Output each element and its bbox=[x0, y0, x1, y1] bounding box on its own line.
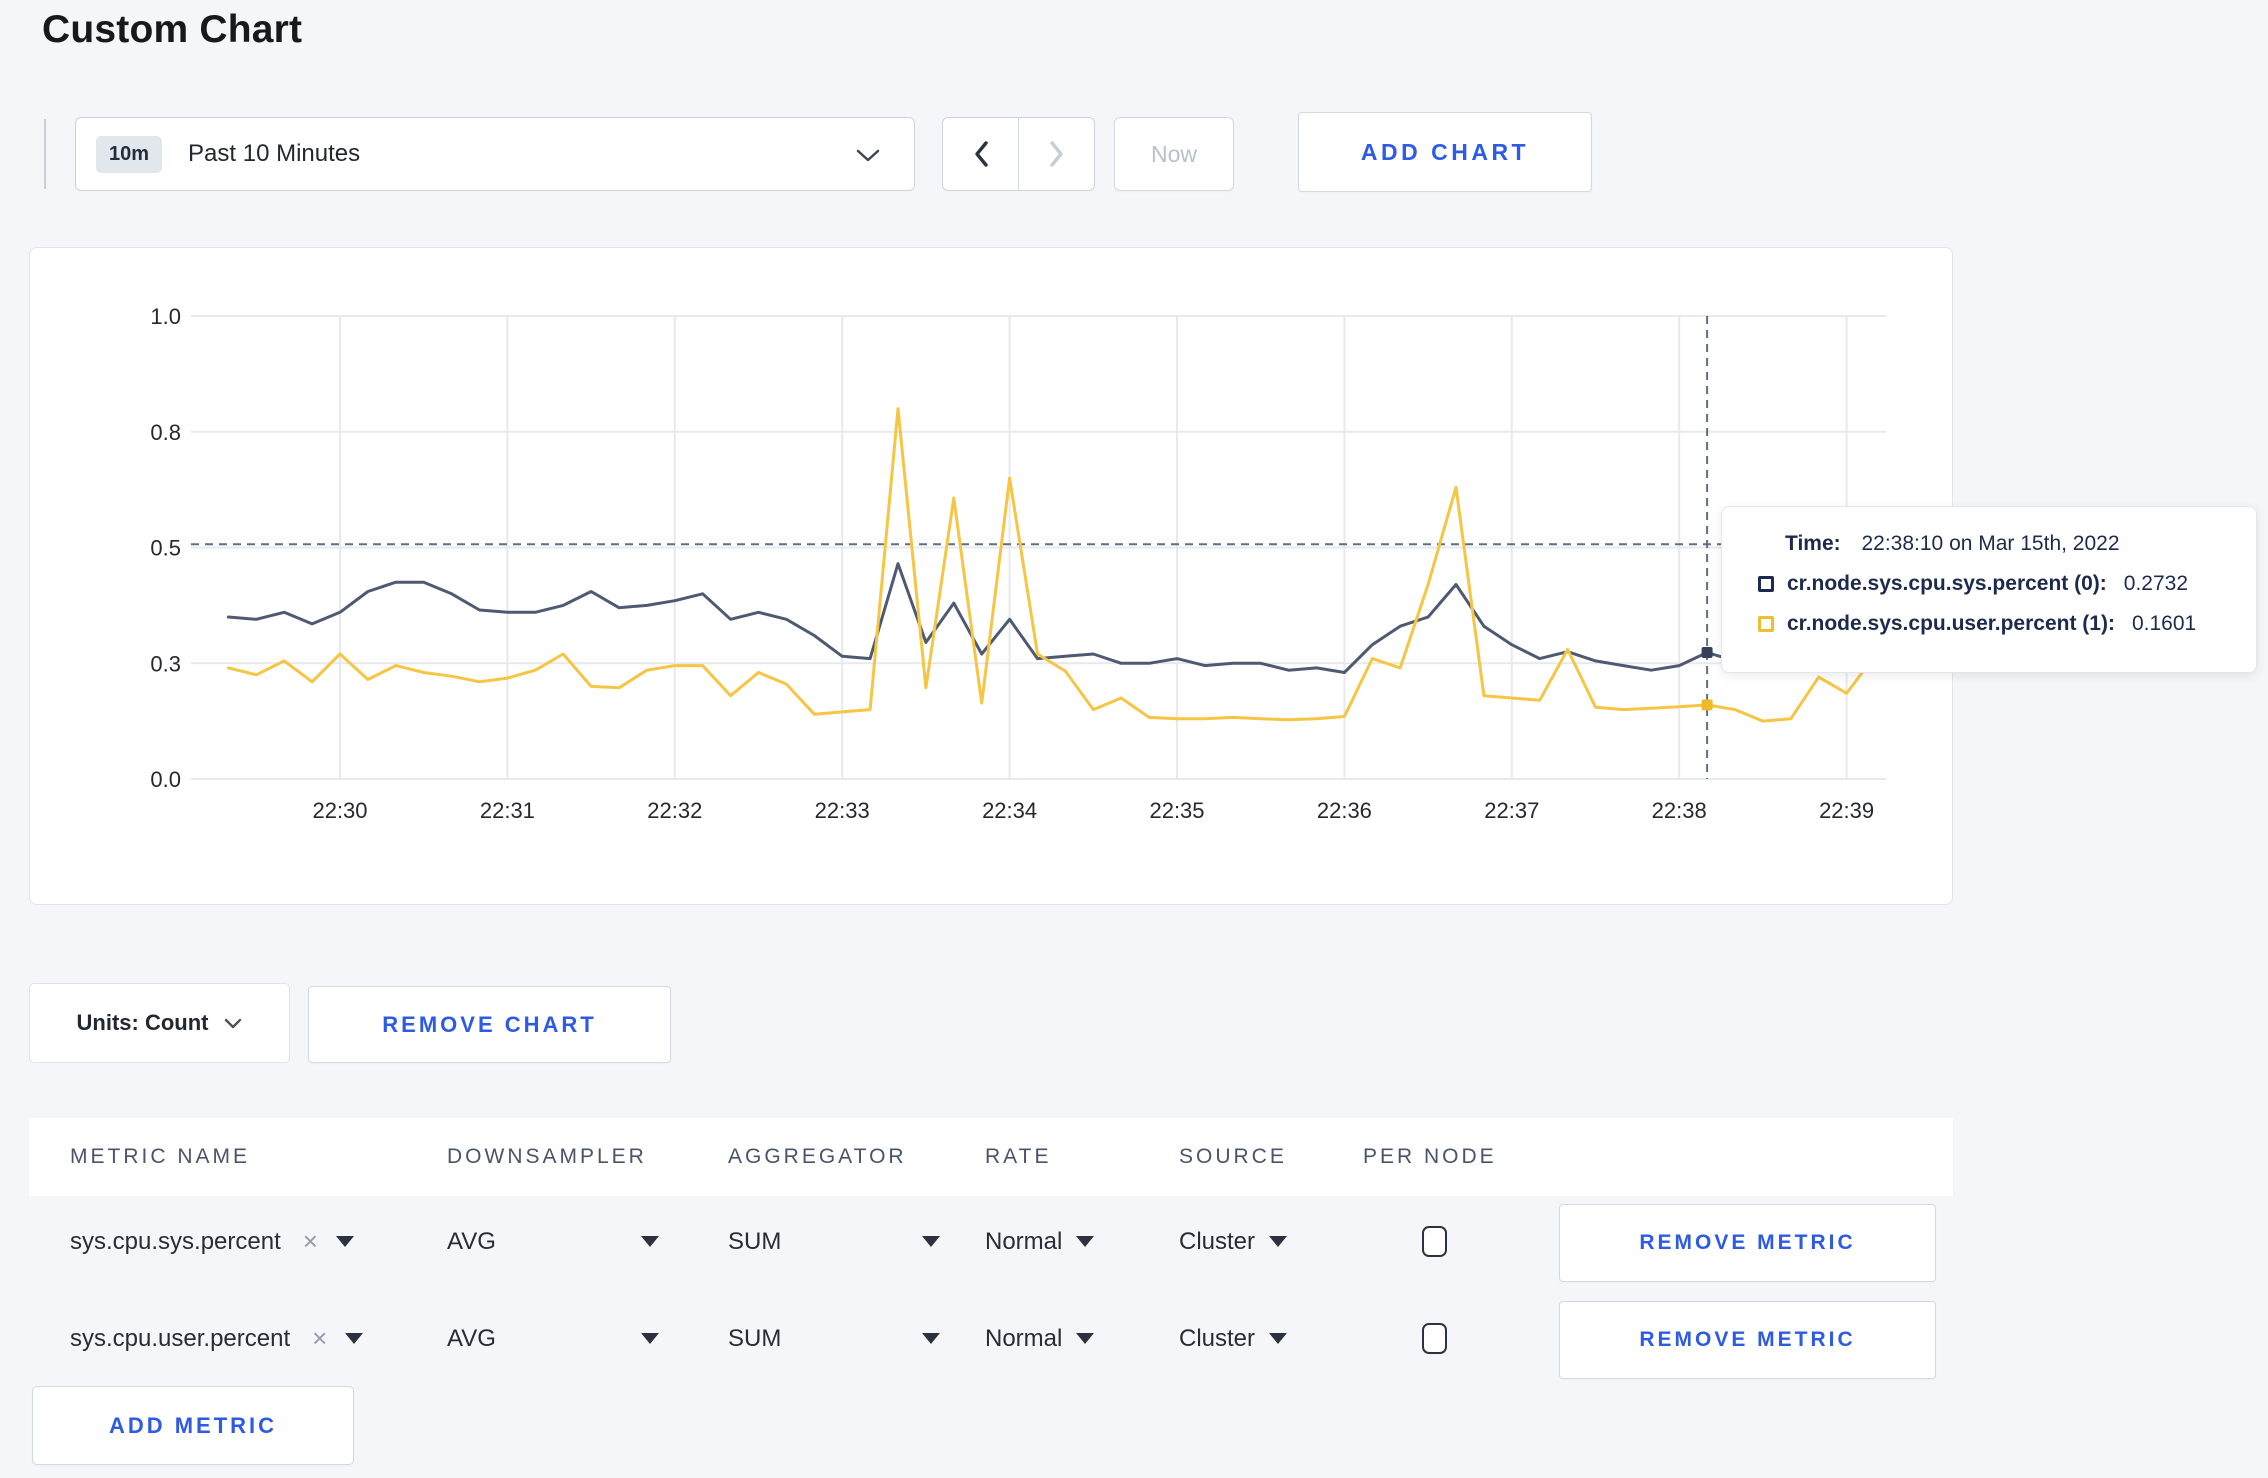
dropdown-caret-icon bbox=[345, 1333, 364, 1344]
table-row: sys.cpu.user.percent × AVG SUM Normal Cl… bbox=[29, 1290, 1953, 1381]
add-metric-button[interactable]: ADD METRIC bbox=[32, 1386, 354, 1465]
now-button[interactable]: Now bbox=[1114, 117, 1234, 191]
units-select[interactable]: Units: Count bbox=[29, 983, 290, 1063]
chevron-down-icon bbox=[225, 1018, 242, 1028]
chevron-down-icon bbox=[856, 149, 880, 162]
svg-text:22:33: 22:33 bbox=[815, 798, 870, 823]
time-range-badge: 10m bbox=[96, 135, 163, 173]
source-select[interactable]: Cluster bbox=[1179, 1293, 1288, 1384]
chevron-right-icon bbox=[1049, 141, 1063, 167]
chart-panel[interactable]: 0.0 0.3 0.5 0.8 1.0 22:30 22:31 22:32 22:33 22:34… bbox=[29, 247, 1953, 905]
downsampler-select[interactable]: AVG bbox=[447, 1293, 659, 1384]
svg-text:22:35: 22:35 bbox=[1149, 798, 1204, 823]
source-value: Cluster bbox=[1179, 1324, 1256, 1352]
column-header-metric-name: METRIC NAME bbox=[70, 1145, 250, 1168]
aggregator-select[interactable]: SUM bbox=[728, 1293, 940, 1384]
tooltip-time-label: Time: bbox=[1785, 532, 1841, 555]
remove-metric-button[interactable]: REMOVE METRIC bbox=[1559, 1204, 1936, 1282]
downsampler-select[interactable]: AVG bbox=[447, 1196, 659, 1287]
aggregator-value: SUM bbox=[728, 1324, 782, 1352]
chart-tooltip: Time: 22:38:10 on Mar 15th, 2022 cr.node… bbox=[1721, 506, 2257, 673]
next-time-button[interactable] bbox=[1019, 118, 1094, 190]
timeseries-chart: 0.0 0.3 0.5 0.8 1.0 22:30 22:31 22:32 22:33 22:34… bbox=[150, 304, 1886, 823]
column-header-rate: RATE bbox=[985, 1145, 1052, 1168]
svg-text:22:36: 22:36 bbox=[1317, 798, 1372, 823]
clear-metric-icon[interactable]: × bbox=[303, 1226, 318, 1257]
clear-metric-icon[interactable]: × bbox=[312, 1323, 327, 1354]
time-range-label: Past 10 Minutes bbox=[188, 140, 361, 167]
add-chart-button[interactable]: ADD CHART bbox=[1298, 112, 1592, 192]
dropdown-caret-icon bbox=[641, 1236, 659, 1247]
svg-text:0.5: 0.5 bbox=[150, 536, 181, 561]
svg-text:22:38: 22:38 bbox=[1652, 798, 1707, 823]
column-header-aggregator: AGGREGATOR bbox=[728, 1145, 907, 1168]
svg-text:22:31: 22:31 bbox=[480, 798, 535, 823]
aggregator-value: SUM bbox=[728, 1227, 782, 1255]
tooltip-time-row: Time: 22:38:10 on Mar 15th, 2022 bbox=[1785, 532, 2256, 556]
column-header-per-node: PER NODE bbox=[1363, 1145, 1497, 1168]
source-value: Cluster bbox=[1179, 1227, 1256, 1255]
tooltip-series-value: 0.1601 bbox=[2131, 612, 2197, 635]
metric-name-select[interactable]: sys.cpu.user.percent × bbox=[70, 1293, 364, 1384]
rate-value: Normal bbox=[985, 1227, 1063, 1255]
dropdown-caret-icon bbox=[922, 1333, 940, 1344]
source-select[interactable]: Cluster bbox=[1179, 1196, 1288, 1287]
svg-text:0.8: 0.8 bbox=[150, 420, 181, 445]
aggregator-select[interactable]: SUM bbox=[728, 1196, 940, 1287]
tooltip-series-row: cr.node.sys.cpu.sys.percent (0): 0.2732 bbox=[1758, 572, 2256, 596]
column-header-source: SOURCE bbox=[1179, 1145, 1287, 1168]
column-header-downsampler: DOWNSAMPLER bbox=[447, 1145, 647, 1168]
tooltip-series-label: cr.node.sys.cpu.user.percent (1): bbox=[1787, 612, 2115, 635]
metric-name-label: sys.cpu.user.percent bbox=[70, 1324, 291, 1352]
metric-name-select[interactable]: sys.cpu.sys.percent × bbox=[70, 1196, 354, 1287]
svg-text:0.3: 0.3 bbox=[150, 651, 181, 676]
dropdown-caret-icon bbox=[1076, 1333, 1095, 1344]
rate-select[interactable]: Normal bbox=[985, 1196, 1095, 1287]
metrics-table-header: METRIC NAME DOWNSAMPLER AGGREGATOR RATE … bbox=[29, 1118, 1953, 1196]
downsampler-value: AVG bbox=[447, 1227, 496, 1255]
table-row: sys.cpu.sys.percent × AVG SUM Normal Clu… bbox=[29, 1196, 1953, 1287]
time-range-select[interactable]: 10m Past 10 Minutes bbox=[75, 117, 915, 191]
dropdown-caret-icon bbox=[1269, 1236, 1288, 1247]
svg-text:22:39: 22:39 bbox=[1819, 798, 1874, 823]
svg-text:22:30: 22:30 bbox=[312, 798, 367, 823]
dropdown-caret-icon bbox=[1076, 1236, 1095, 1247]
tooltip-series-label: cr.node.sys.cpu.sys.percent (0): bbox=[1787, 572, 2107, 595]
remove-chart-button[interactable]: REMOVE CHART bbox=[308, 986, 671, 1063]
svg-text:22:37: 22:37 bbox=[1484, 798, 1539, 823]
svg-text:22:34: 22:34 bbox=[982, 798, 1037, 823]
prev-time-button[interactable] bbox=[943, 118, 1019, 190]
svg-text:0.0: 0.0 bbox=[150, 767, 181, 792]
remove-metric-button[interactable]: REMOVE METRIC bbox=[1559, 1301, 1936, 1379]
page-title: Custom Chart bbox=[42, 8, 303, 51]
chevron-left-icon bbox=[974, 141, 988, 167]
svg-text:1.0: 1.0 bbox=[150, 304, 181, 329]
per-node-checkbox[interactable] bbox=[1422, 1226, 1447, 1257]
rate-select[interactable]: Normal bbox=[985, 1293, 1095, 1384]
metric-name-label: sys.cpu.sys.percent bbox=[70, 1227, 281, 1255]
rate-value: Normal bbox=[985, 1324, 1063, 1352]
per-node-checkbox[interactable] bbox=[1422, 1323, 1447, 1354]
toolbar-divider bbox=[44, 119, 46, 189]
units-label: Units: Count bbox=[76, 1010, 209, 1035]
dropdown-caret-icon bbox=[1269, 1333, 1288, 1344]
downsampler-value: AVG bbox=[447, 1324, 496, 1352]
series-swatch-icon bbox=[1758, 616, 1774, 632]
tooltip-series-value: 0.2732 bbox=[2123, 572, 2189, 595]
time-nav-group bbox=[942, 117, 1095, 191]
dropdown-caret-icon bbox=[641, 1333, 659, 1344]
tooltip-time-value: 22:38:10 on Mar 15th, 2022 bbox=[1861, 532, 2120, 555]
dropdown-caret-icon bbox=[335, 1236, 354, 1247]
series-swatch-icon bbox=[1758, 576, 1774, 592]
dropdown-caret-icon bbox=[922, 1236, 940, 1247]
tooltip-series-row: cr.node.sys.cpu.user.percent (1): 0.1601 bbox=[1758, 612, 2256, 636]
svg-text:22:32: 22:32 bbox=[647, 798, 702, 823]
